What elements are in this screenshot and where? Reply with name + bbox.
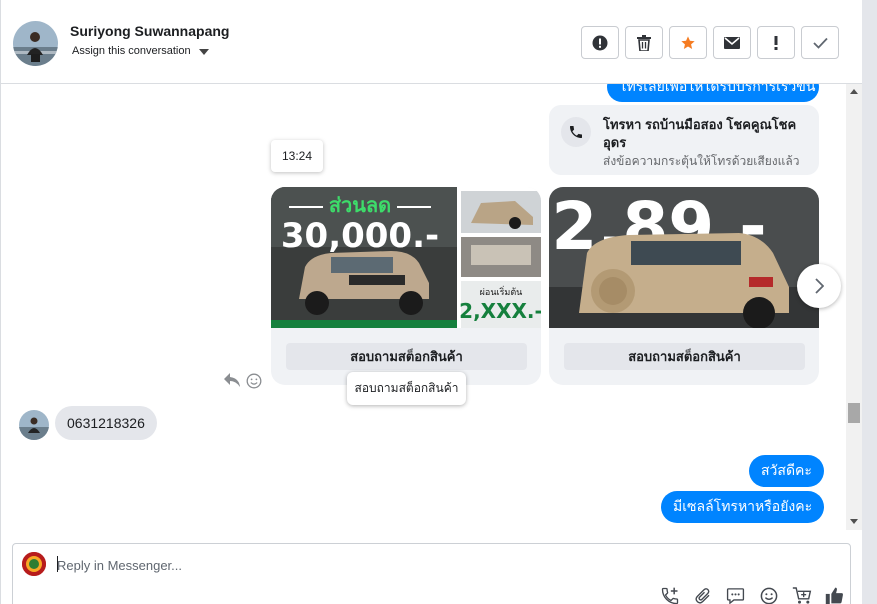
- ask-stock-button[interactable]: สอบถามสต็อกสินค้า: [286, 343, 527, 370]
- timestamp-tooltip: 13:24: [271, 140, 323, 172]
- call-request-card[interactable]: โทรหา รถบ้านมือสอง โชคคูณโชคอุดร ส่งข้อค…: [549, 105, 819, 175]
- outgoing-message-bubble[interactable]: โทรเลยเพื่อให้ได้รับบริการเร็วขึ้น: [607, 84, 819, 102]
- contact-name[interactable]: Suriyong Suwannapang: [70, 23, 229, 39]
- message-thread: โทรเลยเพื่อให้ได้รับบริการเร็วขึ้น โทรหา…: [1, 84, 846, 530]
- conversation-actions: [581, 26, 839, 59]
- product-image: 2.89.-: [549, 187, 819, 328]
- thumbs-up-icon[interactable]: [824, 585, 845, 604]
- outgoing-message-bubble[interactable]: มีเซลล์โทรหาหรือยังคะ: [661, 491, 825, 523]
- mark-done-button[interactable]: [801, 26, 839, 59]
- product-card[interactable]: 2.89.- สอบถามสต็อกสินค้า: [549, 187, 819, 385]
- carousel-next-button[interactable]: [797, 264, 841, 308]
- chevron-right-icon: [815, 278, 824, 294]
- ask-stock-button[interactable]: สอบถามสต็อกสินค้า: [564, 343, 805, 370]
- card-side-price: 2,XXX.-: [459, 299, 541, 323]
- call-card-subtitle: ส่งข้อความกระตุ้นให้โทรด้วยเสียงแล้ว: [603, 154, 800, 168]
- messenger-inbox: Suriyong Suwannapang Assign this convers…: [0, 0, 877, 604]
- window-gutter: [862, 0, 877, 604]
- react-emoji-icon[interactable]: [246, 373, 262, 394]
- page-avatar: [22, 552, 46, 576]
- envelope-icon: [724, 36, 740, 49]
- scroll-thumb[interactable]: [848, 403, 860, 423]
- card-price-text: 30,000.-: [281, 216, 439, 256]
- exclamation-icon: [774, 35, 778, 50]
- product-image: ส่วนลด 30,000.- ผ่อนเริ่มต้น 2,XXX.-: [271, 187, 541, 328]
- text-caret: [57, 556, 58, 572]
- button-tooltip: สอบถามสต็อกสินค้า: [347, 372, 466, 405]
- conversation-header: Suriyong Suwannapang Assign this convers…: [1, 0, 862, 84]
- call-add-icon[interactable]: [659, 585, 680, 604]
- call-card-title: โทรหา รถบ้านมือสอง โชคคูณโชคอุดร: [603, 117, 797, 150]
- phone-icon: [561, 117, 591, 147]
- alert-circle-icon: [592, 35, 608, 50]
- follow-up-button[interactable]: [757, 26, 795, 59]
- star-icon: [681, 35, 695, 49]
- report-spam-button[interactable]: [581, 26, 619, 59]
- star-button[interactable]: [669, 26, 707, 59]
- scroll-down-arrow-icon[interactable]: [850, 519, 858, 524]
- reply-input[interactable]: [57, 554, 657, 576]
- delete-button[interactable]: [625, 26, 663, 59]
- outgoing-message-bubble[interactable]: สวัสดีคะ: [749, 455, 824, 487]
- card-discount-banner: ส่วนลด: [329, 193, 391, 217]
- reply-icon[interactable]: [223, 372, 241, 393]
- add-to-cart-icon[interactable]: [791, 585, 812, 604]
- composer-tools: [659, 585, 845, 604]
- contact-avatar[interactable]: [13, 21, 58, 66]
- assign-conversation-dropdown[interactable]: Assign this conversation: [72, 45, 209, 57]
- thread-scrollbar[interactable]: [846, 84, 862, 530]
- reply-composer: [12, 543, 851, 604]
- emoji-icon[interactable]: [758, 585, 779, 604]
- product-card[interactable]: ส่วนลด 30,000.- ผ่อนเริ่มต้น 2,XXX.- สอบ…: [271, 187, 541, 385]
- chevron-down-icon: [198, 48, 209, 55]
- saved-replies-icon[interactable]: [725, 585, 746, 604]
- mark-unread-button[interactable]: [713, 26, 751, 59]
- trash-icon: [637, 34, 651, 51]
- contact-avatar[interactable]: [19, 410, 49, 440]
- scroll-up-arrow-icon[interactable]: [850, 89, 858, 94]
- checkmark-icon: [812, 37, 828, 49]
- attachment-icon[interactable]: [692, 585, 713, 604]
- incoming-message-bubble[interactable]: 0631218326: [55, 406, 157, 440]
- assign-label: Assign this conversation: [72, 45, 191, 57]
